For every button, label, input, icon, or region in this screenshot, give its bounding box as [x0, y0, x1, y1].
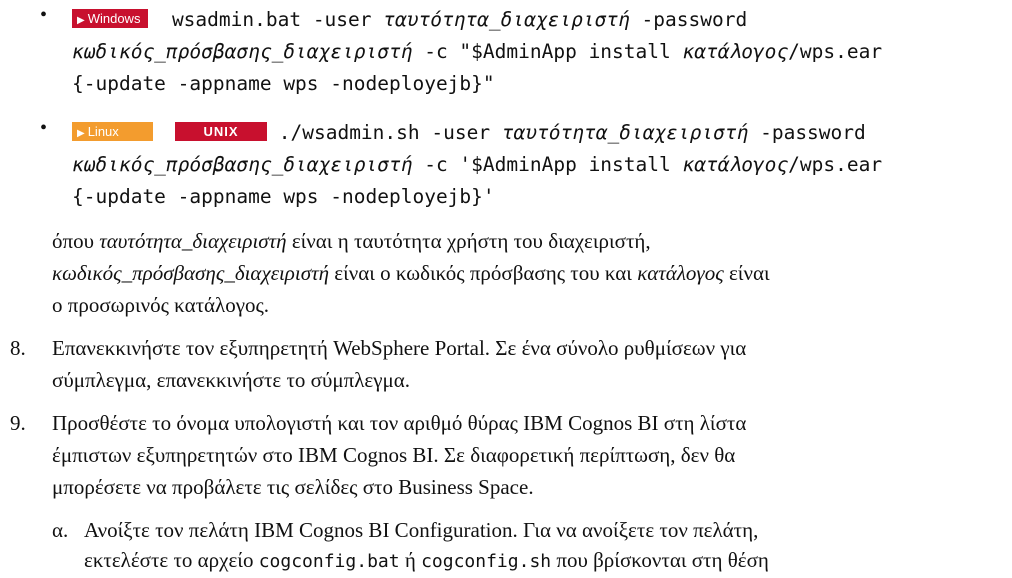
note-line-1: όπου ταυτότητα_διαχειριστή είναι η ταυτό…: [52, 229, 651, 253]
step-9-line-2: έμπιστων εξυπηρετητών στο IBM Cognos BI.…: [52, 443, 736, 467]
step-number: 9.: [10, 411, 26, 435]
substep-number: α.: [52, 518, 69, 542]
document-page: • ▶ Windows wsadmin.bat -user ταυτότητα_δ…: [0, 0, 1012, 572]
windows-command-line-1: ▶ Windows wsadmin.bat -user ταυτότητα_δια…: [72, 4, 747, 36]
unix-command-line-1: ▶ Linux UNIX ./wsadmin.sh -user ταυτότητα_…: [72, 117, 866, 149]
step-8-line-2: σύμπλεγμα, επανεκκινήστε το σύμπλεγμα.: [52, 368, 411, 392]
unix-command-line-3: {-update -appname wps -nodeployejb}': [72, 185, 495, 208]
note-line-3: ο προσωρινός κατάλογος.: [52, 293, 270, 317]
substep-a-line-1: Ανοίξτε τον πελάτη IBM Cognos BI Configu…: [84, 518, 759, 542]
windows-command-line-3: {-update -appname wps -nodeployejb}": [72, 72, 495, 95]
step-9-line-1: Προσθέστε το όνομα υπολογιστή και τον αρ…: [52, 411, 747, 435]
step-number: 8.: [10, 336, 26, 360]
unix-platform-badge: UNIX: [175, 122, 267, 141]
unix-command-line-2: κωδικός_πρόσβασης_διαχειριστή -c '$Admin…: [72, 153, 883, 176]
step-9-line-3: μπορέσετε να προβάλετε τις σελίδες στο B…: [52, 475, 534, 499]
step-8-line-1: Επανεκκινήστε τον εξυπηρετητή WebSphere …: [52, 336, 747, 360]
triangle-icon: ▶: [77, 15, 85, 26]
bullet-marker: •: [40, 4, 48, 26]
bullet-marker: •: [40, 117, 48, 139]
note-line-2: κωδικός_πρόσβασης_διαχειριστή είναι ο κω…: [52, 261, 770, 285]
triangle-icon: ▶: [77, 128, 85, 139]
substep-a-line-2: εκτελέστε το αρχείο cogconfig.bat ή cogc…: [84, 548, 769, 572]
linux-platform-badge: ▶ Linux: [72, 122, 153, 141]
windows-command-line-2: κωδικός_πρόσβασης_διαχειριστή -c "$Admin…: [72, 40, 883, 63]
windows-platform-badge: ▶ Windows: [72, 9, 149, 28]
